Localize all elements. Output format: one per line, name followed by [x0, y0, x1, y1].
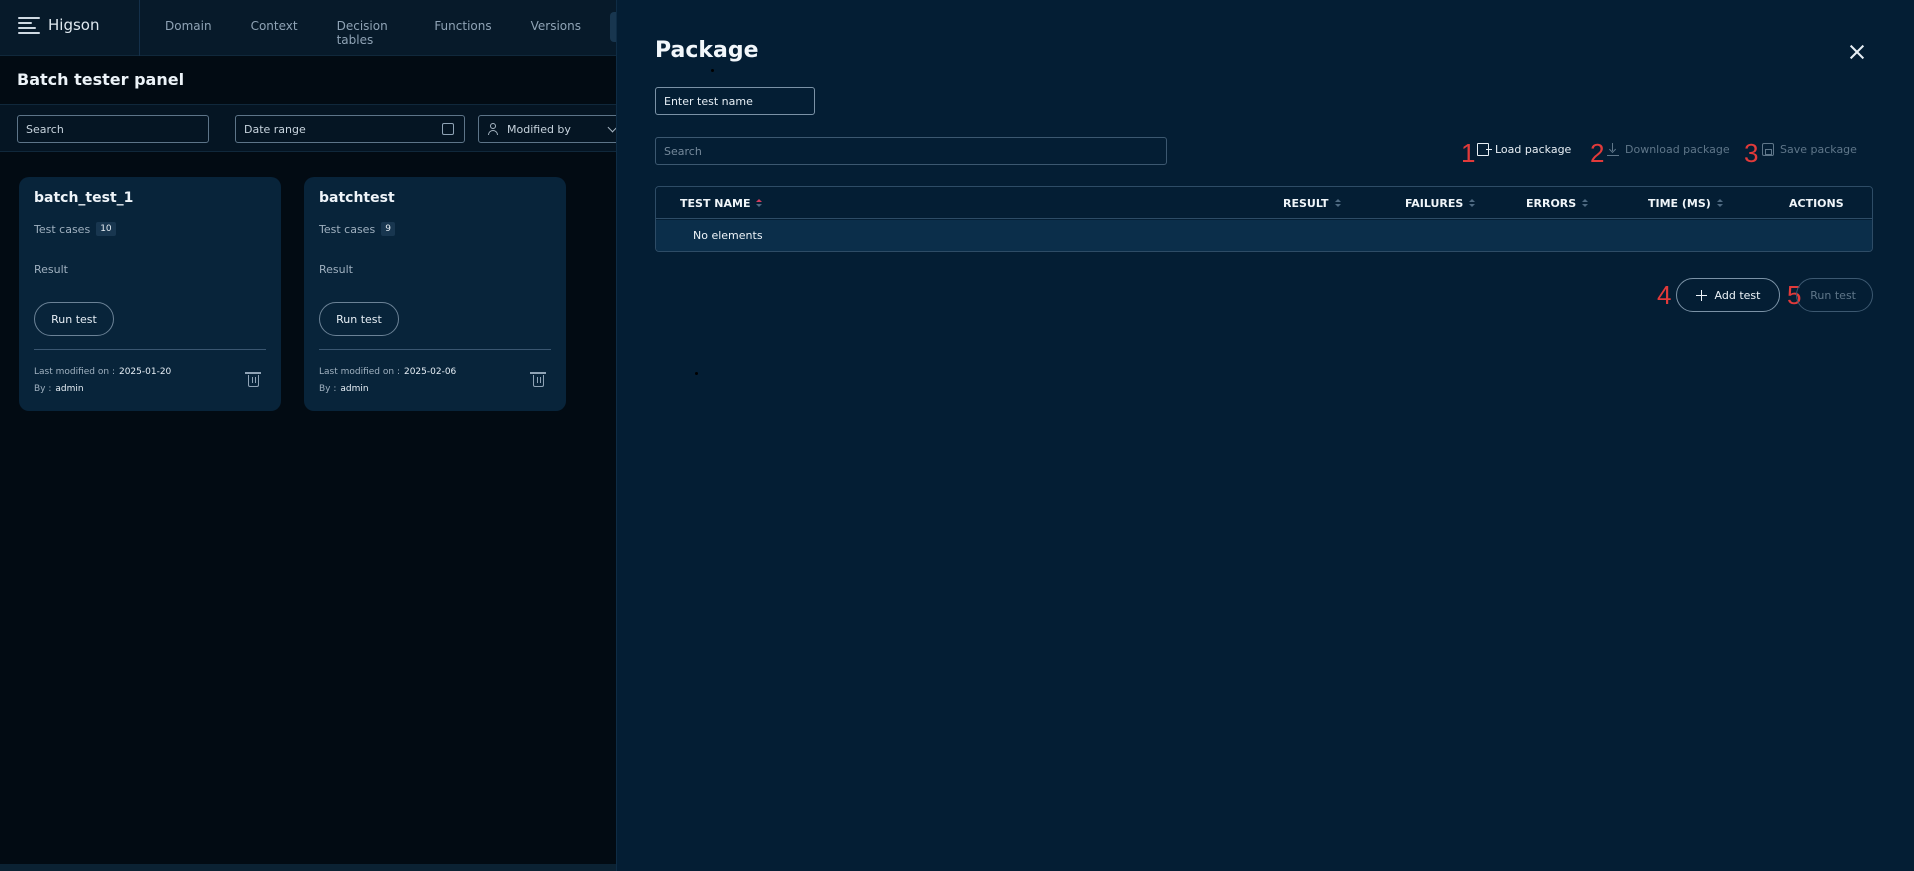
load-package-button[interactable]: Load package: [1477, 143, 1571, 156]
annotation-marker: 3: [1744, 138, 1759, 168]
package-drawer: Package 1 Load package 2 Download packag…: [616, 0, 1914, 871]
by-label: By :: [34, 384, 52, 394]
calendar-icon: [442, 123, 454, 135]
stray-dot: [711, 69, 714, 72]
column-header-failures[interactable]: FAILURES: [1405, 197, 1476, 210]
add-test-label: Add test: [1714, 288, 1761, 302]
annotation-marker: 2: [1590, 138, 1605, 168]
test-cases-label: Test cases: [319, 222, 376, 236]
tests-table: TEST NAME RESULT FAILURES ERRORS TIME (M…: [655, 186, 1873, 252]
test-card[interactable]: batchtest Test cases 9 Result Run test L…: [304, 177, 566, 411]
column-label: RESULT: [1283, 197, 1329, 210]
nav-item-functions[interactable]: Functions: [434, 19, 491, 47]
test-cases-count-badge: 10: [96, 222, 116, 236]
modified-by-select[interactable]: Modified by: [478, 115, 620, 143]
save-package-button[interactable]: Save package: [1762, 143, 1857, 156]
sort-icon: [1716, 199, 1723, 208]
bottom-bar: [0, 864, 620, 871]
modified-label: Last modified on :: [319, 367, 400, 377]
run-test-button[interactable]: Run test: [34, 302, 114, 336]
main-nav: Domain Context Decision tables Functions…: [165, 19, 620, 47]
column-label: ACTIONS: [1789, 197, 1844, 210]
filter-bar: Search Date range Modified by: [0, 104, 620, 152]
column-label: TIME (MS): [1648, 197, 1711, 210]
modified-label: Last modified on :: [34, 367, 115, 377]
close-icon[interactable]: [1849, 44, 1865, 60]
sort-icon: [1469, 199, 1476, 208]
card-title: batch_test_1: [34, 190, 134, 206]
page-title: Batch tester panel: [17, 70, 185, 89]
trash-icon[interactable]: [245, 372, 261, 387]
download-package-label: Download package: [1625, 143, 1730, 156]
column-header-errors[interactable]: ERRORS: [1526, 197, 1589, 210]
empty-state-text: No elements: [693, 229, 763, 242]
column-header-time[interactable]: TIME (MS): [1648, 197, 1723, 210]
column-header-actions: ACTIONS: [1789, 197, 1844, 210]
drawer-title: Package: [655, 38, 759, 63]
card-meta: Last modified on :2025-02-06 By : admin: [319, 364, 456, 398]
plus-icon: [1695, 289, 1707, 301]
modified-user: admin: [55, 384, 84, 394]
test-cases-row: Test cases 10: [34, 222, 116, 236]
sort-icon: [1582, 199, 1589, 208]
modified-by-placeholder: Modified by: [507, 123, 571, 136]
result-label: Result: [34, 263, 68, 276]
modified-user: admin: [340, 384, 369, 394]
trash-icon[interactable]: [530, 372, 546, 387]
nav-item-decision-tables[interactable]: Decision tables: [337, 19, 396, 47]
card-title: batchtest: [319, 190, 395, 206]
test-cases-row: Test cases 9: [319, 222, 395, 236]
sort-icon: [756, 199, 763, 208]
nav-item-context[interactable]: Context: [251, 19, 298, 47]
run-test-button[interactable]: Run test: [1796, 278, 1873, 312]
date-range-placeholder: Date range: [244, 123, 306, 136]
table-header: TEST NAME RESULT FAILURES ERRORS TIME (M…: [656, 187, 1872, 219]
save-package-label: Save package: [1780, 143, 1857, 156]
column-label: ERRORS: [1526, 197, 1577, 210]
divider: [319, 349, 551, 350]
test-cases-label: Test cases: [34, 222, 91, 236]
divider: [34, 349, 266, 350]
by-label: By :: [319, 384, 337, 394]
logo-icon: [18, 15, 40, 35]
run-test-button[interactable]: Run test: [319, 302, 399, 336]
date-range-picker[interactable]: Date range: [235, 115, 465, 143]
table-row: No elements: [656, 220, 1872, 251]
stray-dot: [695, 372, 698, 375]
divider: [139, 0, 140, 56]
download-icon: [1607, 143, 1619, 156]
column-header-test-name[interactable]: TEST NAME: [680, 197, 763, 210]
logo-text: Higson: [48, 16, 100, 34]
test-name-input[interactable]: [655, 87, 815, 115]
result-label: Result: [319, 263, 353, 276]
column-header-result[interactable]: RESULT: [1283, 197, 1341, 210]
column-label: FAILURES: [1405, 197, 1464, 210]
load-package-label: Load package: [1495, 143, 1572, 156]
test-card[interactable]: batch_test_1 Test cases 10 Result Run te…: [19, 177, 281, 411]
nav-item-versions[interactable]: Versions: [531, 19, 581, 47]
test-cases-count-badge: 9: [381, 222, 395, 236]
top-navigation-bar: Higson Domain Context Decision tables Fu…: [0, 0, 620, 56]
sort-icon: [1334, 199, 1341, 208]
add-test-button[interactable]: Add test: [1676, 278, 1780, 312]
card-meta: Last modified on :2025-01-20 By : admin: [34, 364, 171, 398]
package-search-input[interactable]: [655, 137, 1167, 165]
higson-logo[interactable]: Higson: [18, 15, 99, 35]
download-package-button[interactable]: Download package: [1607, 143, 1730, 156]
annotation-marker: 4: [1657, 280, 1672, 310]
batch-tester-app: Higson Domain Context Decision tables Fu…: [0, 0, 620, 871]
load-file-icon: [1477, 143, 1492, 156]
save-icon: [1762, 143, 1774, 156]
modified-date: 2025-01-20: [118, 367, 172, 377]
modified-date: 2025-02-06: [403, 367, 457, 377]
column-label: TEST NAME: [680, 197, 751, 210]
user-icon: [487, 123, 499, 136]
annotation-marker: 1: [1461, 138, 1476, 168]
card-search-input[interactable]: Search: [17, 115, 209, 143]
nav-item-domain[interactable]: Domain: [165, 19, 212, 47]
